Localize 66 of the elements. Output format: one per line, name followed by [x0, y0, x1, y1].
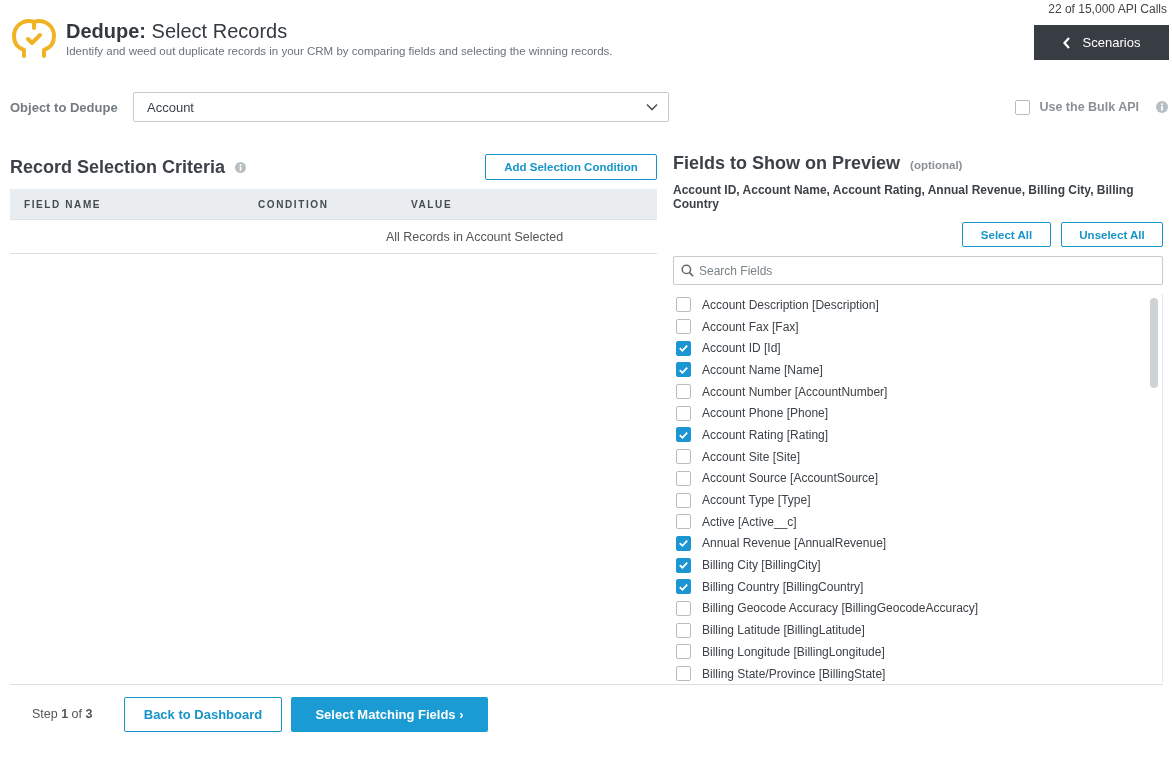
unselect-all-button[interactable]: Unselect All — [1061, 222, 1163, 247]
field-label: Account Phone [Phone] — [702, 406, 829, 421]
api-calls-counter: 22 of 15,000 API Calls — [1048, 2, 1167, 16]
field-label: Billing Geocode Accuracy [BillingGeocodeAccuracy] — [702, 601, 979, 616]
field-label: Account Rating [Rating] — [702, 427, 829, 442]
field-label: Account Type [Type] — [702, 493, 811, 508]
logo-icon — [10, 18, 58, 58]
field-label: Billing State/Province [BillingState] — [702, 666, 886, 681]
field-label: Account Fax [Fax] — [702, 319, 799, 334]
scrollbar-thumb[interactable] — [1150, 298, 1158, 388]
field-checkbox[interactable] — [676, 535, 691, 551]
scenarios-button[interactable]: Scenarios — [1034, 25, 1169, 60]
field-checkbox[interactable] — [676, 362, 691, 378]
field-label: Billing City [BillingCity] — [702, 558, 821, 573]
field-label: Account Name [Name] — [702, 362, 823, 377]
chevron-left-icon — [1062, 36, 1071, 49]
criteria-heading: Record Selection Criteria — [10, 156, 226, 178]
page-subtitle: Identify and weed out duplicate records in your CRM by comparing fields and selecting the winning records. — [66, 44, 613, 57]
bulk-api-checkbox[interactable] — [1015, 99, 1031, 115]
preview-heading: Fields to Show on Preview — [673, 153, 901, 174]
page-title: Dedupe: Select Records — [66, 19, 289, 43]
optional-hint: (optional) — [910, 159, 963, 171]
field-label: Account ID [Id] — [702, 341, 781, 356]
field-checkbox[interactable] — [676, 297, 691, 313]
back-button[interactable]: Back to Dashboard — [124, 696, 282, 732]
info-icon — [1156, 101, 1168, 113]
column-header: FIELD NAME — [24, 198, 103, 210]
step-indicator: Step 1 of 3 — [32, 707, 94, 721]
field-checkbox[interactable] — [676, 666, 691, 682]
selected-fields-summary: Account ID, Account Name, Account Rating, Annual Revenue, Billing City, Billing Country — [673, 183, 1135, 211]
field-checkbox[interactable] — [676, 644, 691, 660]
field-checkbox[interactable] — [676, 384, 691, 400]
field-checkbox[interactable] — [676, 427, 691, 443]
field-checkbox[interactable] — [676, 449, 691, 465]
field-checkbox[interactable] — [676, 319, 691, 335]
column-header: VALUE — [411, 198, 453, 210]
bulk-api-label: Use the Bulk API — [1039, 100, 1139, 114]
chevron-down-icon — [646, 103, 658, 111]
field-label: Active [Active__c] — [702, 514, 797, 529]
field-label: Account Site [Site] — [702, 449, 801, 464]
field-label: Account Source [AccountSource] — [702, 471, 879, 486]
add-condition-button[interactable]: Add Selection Condition — [485, 154, 657, 180]
field-checkbox[interactable] — [676, 579, 691, 595]
object-dropdown[interactable]: Account — [133, 92, 669, 122]
field-checkbox[interactable] — [676, 514, 691, 530]
field-checkbox[interactable] — [676, 622, 691, 638]
field-checkbox[interactable] — [676, 600, 691, 616]
field-label: Account Number [AccountNumber] — [702, 384, 888, 399]
object-label: Object to Dedupe — [10, 99, 119, 115]
field-checkbox[interactable] — [676, 492, 691, 508]
select-all-button[interactable]: Select All — [962, 222, 1051, 247]
field-label: Billing Longitude [BillingLongitude] — [702, 644, 885, 659]
next-button[interactable]: Select Matching Fields › — [291, 696, 488, 732]
field-checkbox[interactable] — [676, 470, 691, 486]
search-field[interactable]: Search Fields — [673, 256, 1163, 285]
field-checkbox[interactable] — [676, 557, 691, 573]
field-label: Annual Revenue [AnnualRevenue] — [702, 536, 887, 551]
field-label: Account Description [Description] — [702, 297, 879, 312]
column-header: CONDITION — [258, 198, 330, 210]
field-label: Billing Latitude [BillingLatitude] — [702, 623, 865, 638]
info-icon — [235, 161, 247, 173]
field-checkbox[interactable] — [676, 340, 691, 356]
search-icon — [681, 264, 694, 277]
field-label: Billing Country [BillingCountry] — [702, 579, 864, 594]
field-checkbox[interactable] — [676, 405, 691, 421]
empty-table-message: All Records in Account Selected — [385, 229, 564, 244]
